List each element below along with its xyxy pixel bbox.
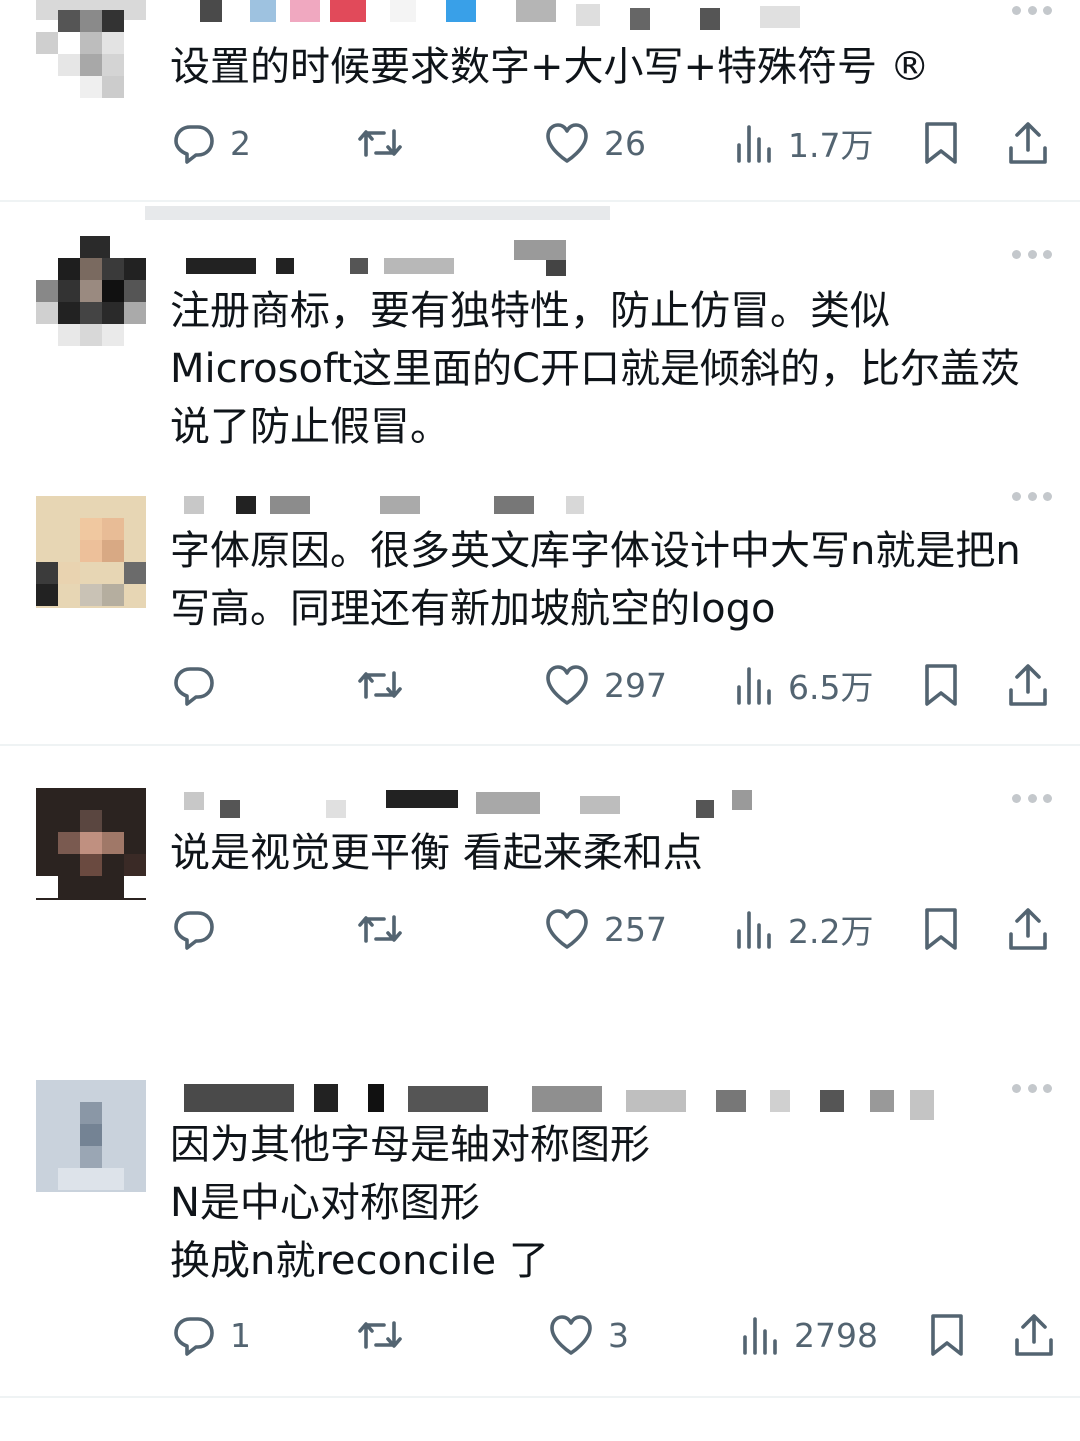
avatar[interactable]: [36, 1080, 146, 1192]
author-name-redacted[interactable]: [180, 0, 830, 30]
more-icon[interactable]: [1012, 248, 1052, 260]
retweet-button[interactable]: [356, 1310, 404, 1360]
more-icon[interactable]: [1012, 4, 1052, 16]
avatar[interactable]: [36, 788, 146, 900]
more-icon[interactable]: [1012, 490, 1052, 502]
avatar[interactable]: [36, 0, 146, 120]
reply-button[interactable]: 1: [172, 1310, 251, 1360]
heart-icon: [546, 909, 588, 949]
bookmark-button[interactable]: [922, 118, 960, 168]
like-count: 26: [604, 123, 646, 163]
post-2[interactable]: 注册商标，要有独特性，防止仿冒。类似 Microsoft这里面的C开口就是倾斜的…: [0, 236, 1080, 476]
more-icon[interactable]: [1012, 1082, 1052, 1094]
views-button[interactable]: 2.2万: [734, 904, 873, 954]
reply-button[interactable]: [172, 904, 230, 954]
views-icon: [737, 667, 771, 705]
like-count: 3: [608, 1315, 629, 1355]
reply-count: 1: [230, 1315, 251, 1355]
share-icon: [1009, 664, 1047, 706]
bookmark-button[interactable]: [922, 660, 960, 710]
bookmark-icon: [925, 664, 957, 706]
heart-icon: [546, 123, 588, 163]
bookmark-icon: [925, 122, 957, 164]
like-button[interactable]: 26: [544, 118, 646, 168]
author-name-redacted[interactable]: [180, 240, 600, 280]
heart-icon: [546, 665, 588, 705]
views-icon: [737, 125, 771, 163]
post-text: 字体原因。很多英文库字体设计中大写n就是把n 写高。同理还有新加坡航空的logo: [170, 528, 1021, 632]
reply-button[interactable]: 2: [172, 118, 251, 168]
views-count: 6.5万: [788, 668, 874, 707]
like-count: 297: [604, 665, 667, 705]
post-4[interactable]: 说是视觉更平衡 看起来柔和点 257 2.2万: [0, 782, 1080, 982]
retweet-icon: [358, 129, 402, 157]
divider-shadow: [145, 206, 610, 220]
reply-count: 2: [230, 123, 251, 163]
bookmark-icon: [925, 908, 957, 950]
divider: [0, 200, 1080, 202]
bookmark-button[interactable]: [922, 904, 960, 954]
share-button[interactable]: [1006, 118, 1050, 168]
retweet-button[interactable]: [356, 118, 404, 168]
like-count: 257: [604, 909, 667, 949]
share-icon: [1009, 908, 1047, 950]
action-bar: 2 26 1.7万: [170, 118, 1060, 168]
reply-icon: [174, 1317, 214, 1356]
share-icon: [1009, 122, 1047, 164]
retweet-button[interactable]: [356, 660, 404, 710]
share-icon: [1015, 1314, 1053, 1356]
views-button[interactable]: 2798: [740, 1310, 878, 1360]
views-button[interactable]: 1.7万: [734, 118, 873, 168]
share-button[interactable]: [1006, 660, 1050, 710]
avatar[interactable]: [36, 496, 146, 608]
action-bar: 1 3 2798: [170, 1310, 1060, 1360]
retweet-icon: [358, 915, 402, 943]
views-icon: [737, 911, 771, 949]
author-name-redacted[interactable]: [180, 1080, 940, 1120]
post-text: 因为其他字母是轴对称图形 N是中心对称图形 换成n就reconcile 了: [170, 1122, 650, 1284]
retweet-icon: [358, 671, 402, 699]
views-count: 1.7万: [788, 126, 874, 165]
share-button[interactable]: [1012, 1310, 1056, 1360]
like-button[interactable]: 297: [544, 660, 667, 710]
reply-icon: [174, 125, 214, 164]
post-text: 注册商标，要有独特性，防止仿冒。类似 Microsoft这里面的C开口就是倾斜的…: [170, 288, 1020, 450]
reply-button[interactable]: [172, 660, 230, 710]
views-count: 2798: [794, 1315, 878, 1355]
retweet-icon: [358, 1321, 402, 1349]
reply-icon: [174, 911, 214, 950]
views-icon: [743, 1317, 777, 1355]
post-text: 设置的时候要求数字+大小写+特殊符号 ®: [170, 44, 930, 90]
like-button[interactable]: 257: [544, 904, 667, 954]
reply-icon: [174, 667, 214, 706]
retweet-button[interactable]: [356, 904, 404, 954]
post-1[interactable]: 设置的时候要求数字+大小写+特殊符号 ® 2 26 1.7万: [0, 0, 1080, 200]
author-name-redacted[interactable]: [180, 790, 760, 818]
more-icon[interactable]: [1012, 792, 1052, 804]
share-button[interactable]: [1006, 904, 1050, 954]
post-text: 说是视觉更平衡 看起来柔和点: [170, 830, 703, 876]
action-bar: 257 2.2万: [170, 904, 1060, 954]
views-count: 2.2万: [788, 912, 874, 951]
post-3[interactable]: 字体原因。很多英文库字体设计中大写n就是把n 写高。同理还有新加坡航空的logo…: [0, 488, 1080, 738]
bookmark-button[interactable]: [928, 1310, 966, 1360]
divider: [0, 1396, 1080, 1398]
action-bar: 297 6.5万: [170, 660, 1060, 710]
like-button[interactable]: 3: [548, 1310, 629, 1360]
views-button[interactable]: 6.5万: [734, 660, 873, 710]
divider: [0, 744, 1080, 746]
bookmark-icon: [931, 1314, 963, 1356]
author-name-redacted[interactable]: [180, 494, 620, 520]
avatar[interactable]: [36, 236, 146, 348]
heart-icon: [550, 1315, 592, 1355]
post-5[interactable]: 因为其他字母是轴对称图形 N是中心对称图形 换成n就reconcile 了 1 …: [0, 1074, 1080, 1384]
